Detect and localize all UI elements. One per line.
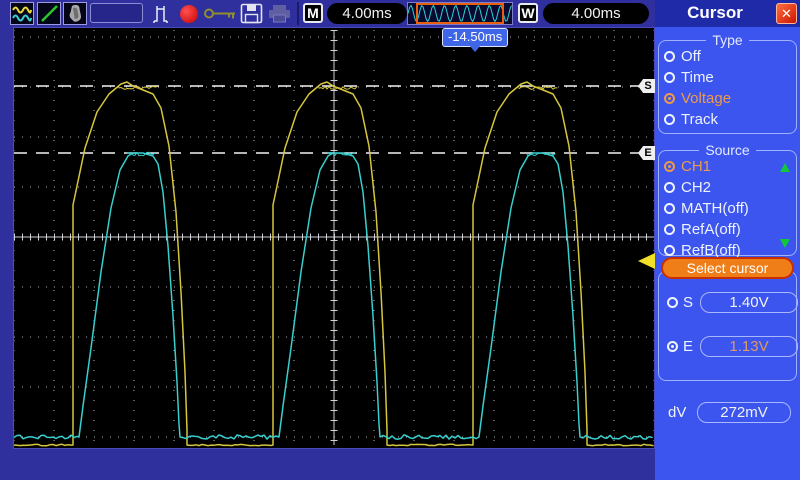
cursor-menu: Cursor ✕ Type Off Time Voltage Track Sou… <box>655 0 800 480</box>
delta-v-row: dV 272mV <box>668 402 791 423</box>
slope-button[interactable] <box>37 2 61 25</box>
close-icon[interactable]: ✕ <box>776 3 797 24</box>
delta-v-value: 272mV <box>697 402 791 423</box>
source-section: Source CH1 CH2 MATH(off) RefA(off) RefB(… <box>658 142 797 259</box>
radio-icon <box>664 245 675 256</box>
source-section-title: Source <box>659 142 796 158</box>
select-cursor-button[interactable]: Select cursor <box>661 257 794 279</box>
source-option-refa[interactable]: RefA(off) <box>664 219 796 240</box>
channels-button[interactable] <box>10 2 34 25</box>
preview-waveform-icon <box>408 3 512 24</box>
source-option-math[interactable]: MATH(off) <box>664 198 796 219</box>
key-icon[interactable] <box>203 7 237 20</box>
window-timebase-value[interactable]: 4.00ms <box>543 3 649 24</box>
record-icon[interactable] <box>180 5 198 23</box>
radio-icon <box>667 341 678 352</box>
waveform-screen <box>13 27 655 449</box>
type-option-off[interactable]: Off <box>664 46 796 67</box>
waveform-preview-strip[interactable] <box>407 2 513 25</box>
save-icon[interactable] <box>240 3 263 24</box>
print-icon[interactable] <box>267 4 292 23</box>
radio-icon <box>664 203 675 214</box>
cursor-e-row[interactable]: E 1.13V <box>667 336 798 357</box>
cursor-s-value: 1.40V <box>700 292 798 313</box>
type-section-title: Type <box>659 32 796 48</box>
cursor-e-value: 1.13V <box>700 336 798 357</box>
toolbar-divider <box>297 2 299 25</box>
scroll-down-icon[interactable] <box>780 239 790 248</box>
menu-header: Cursor ✕ <box>655 0 800 27</box>
main-timebase-label: M <box>303 3 323 23</box>
cursor-s-label: S <box>683 294 694 311</box>
cursor-e-label: E <box>683 338 694 355</box>
scroll-up-icon[interactable] <box>780 163 790 172</box>
top-toolbar: M 4.00ms W 4.00ms <box>0 0 655 27</box>
radio-icon <box>664 224 675 235</box>
toolbar-empty-field[interactable] <box>90 3 143 23</box>
cursor-s-row[interactable]: S 1.40V <box>667 292 798 313</box>
oscilloscope-ui: M 4.00ms W 4.00ms -14.50ms S E DC 20 200… <box>0 0 800 480</box>
pulse-signal-icon[interactable] <box>151 3 175 24</box>
delta-v-label: dV <box>668 404 687 421</box>
source-option-ch2[interactable]: CH2 <box>664 177 796 198</box>
type-option-time[interactable]: Time <box>664 67 796 88</box>
delay-position-tooltip: -14.50ms <box>442 28 509 47</box>
type-option-voltage[interactable]: Voltage <box>664 88 796 109</box>
radio-icon <box>664 51 675 62</box>
graticule-and-traces <box>14 30 654 447</box>
radio-icon <box>667 297 678 308</box>
source-option-ch1[interactable]: CH1 <box>664 156 796 177</box>
radio-icon <box>664 72 675 83</box>
type-option-track[interactable]: Track <box>664 109 796 130</box>
radio-icon <box>664 182 675 193</box>
hardcopy-button[interactable] <box>63 2 87 25</box>
hardcopy-icon <box>69 4 82 22</box>
cursor-values-section: S 1.40V E 1.13V <box>658 271 798 381</box>
radio-icon <box>664 93 675 104</box>
channel-waves-icon <box>12 6 32 22</box>
radio-icon <box>664 161 675 172</box>
radio-icon <box>664 114 675 125</box>
status-bar: DC 20 200mV DC 20 1.00V CH1 704mV 50.000… <box>0 449 655 480</box>
menu-title: Cursor <box>687 3 743 22</box>
main-timebase-value[interactable]: 4.00ms <box>327 3 407 24</box>
window-timebase-label: W <box>518 3 538 23</box>
slope-line-icon <box>41 5 58 22</box>
type-section: Type Off Time Voltage Track <box>658 32 797 134</box>
